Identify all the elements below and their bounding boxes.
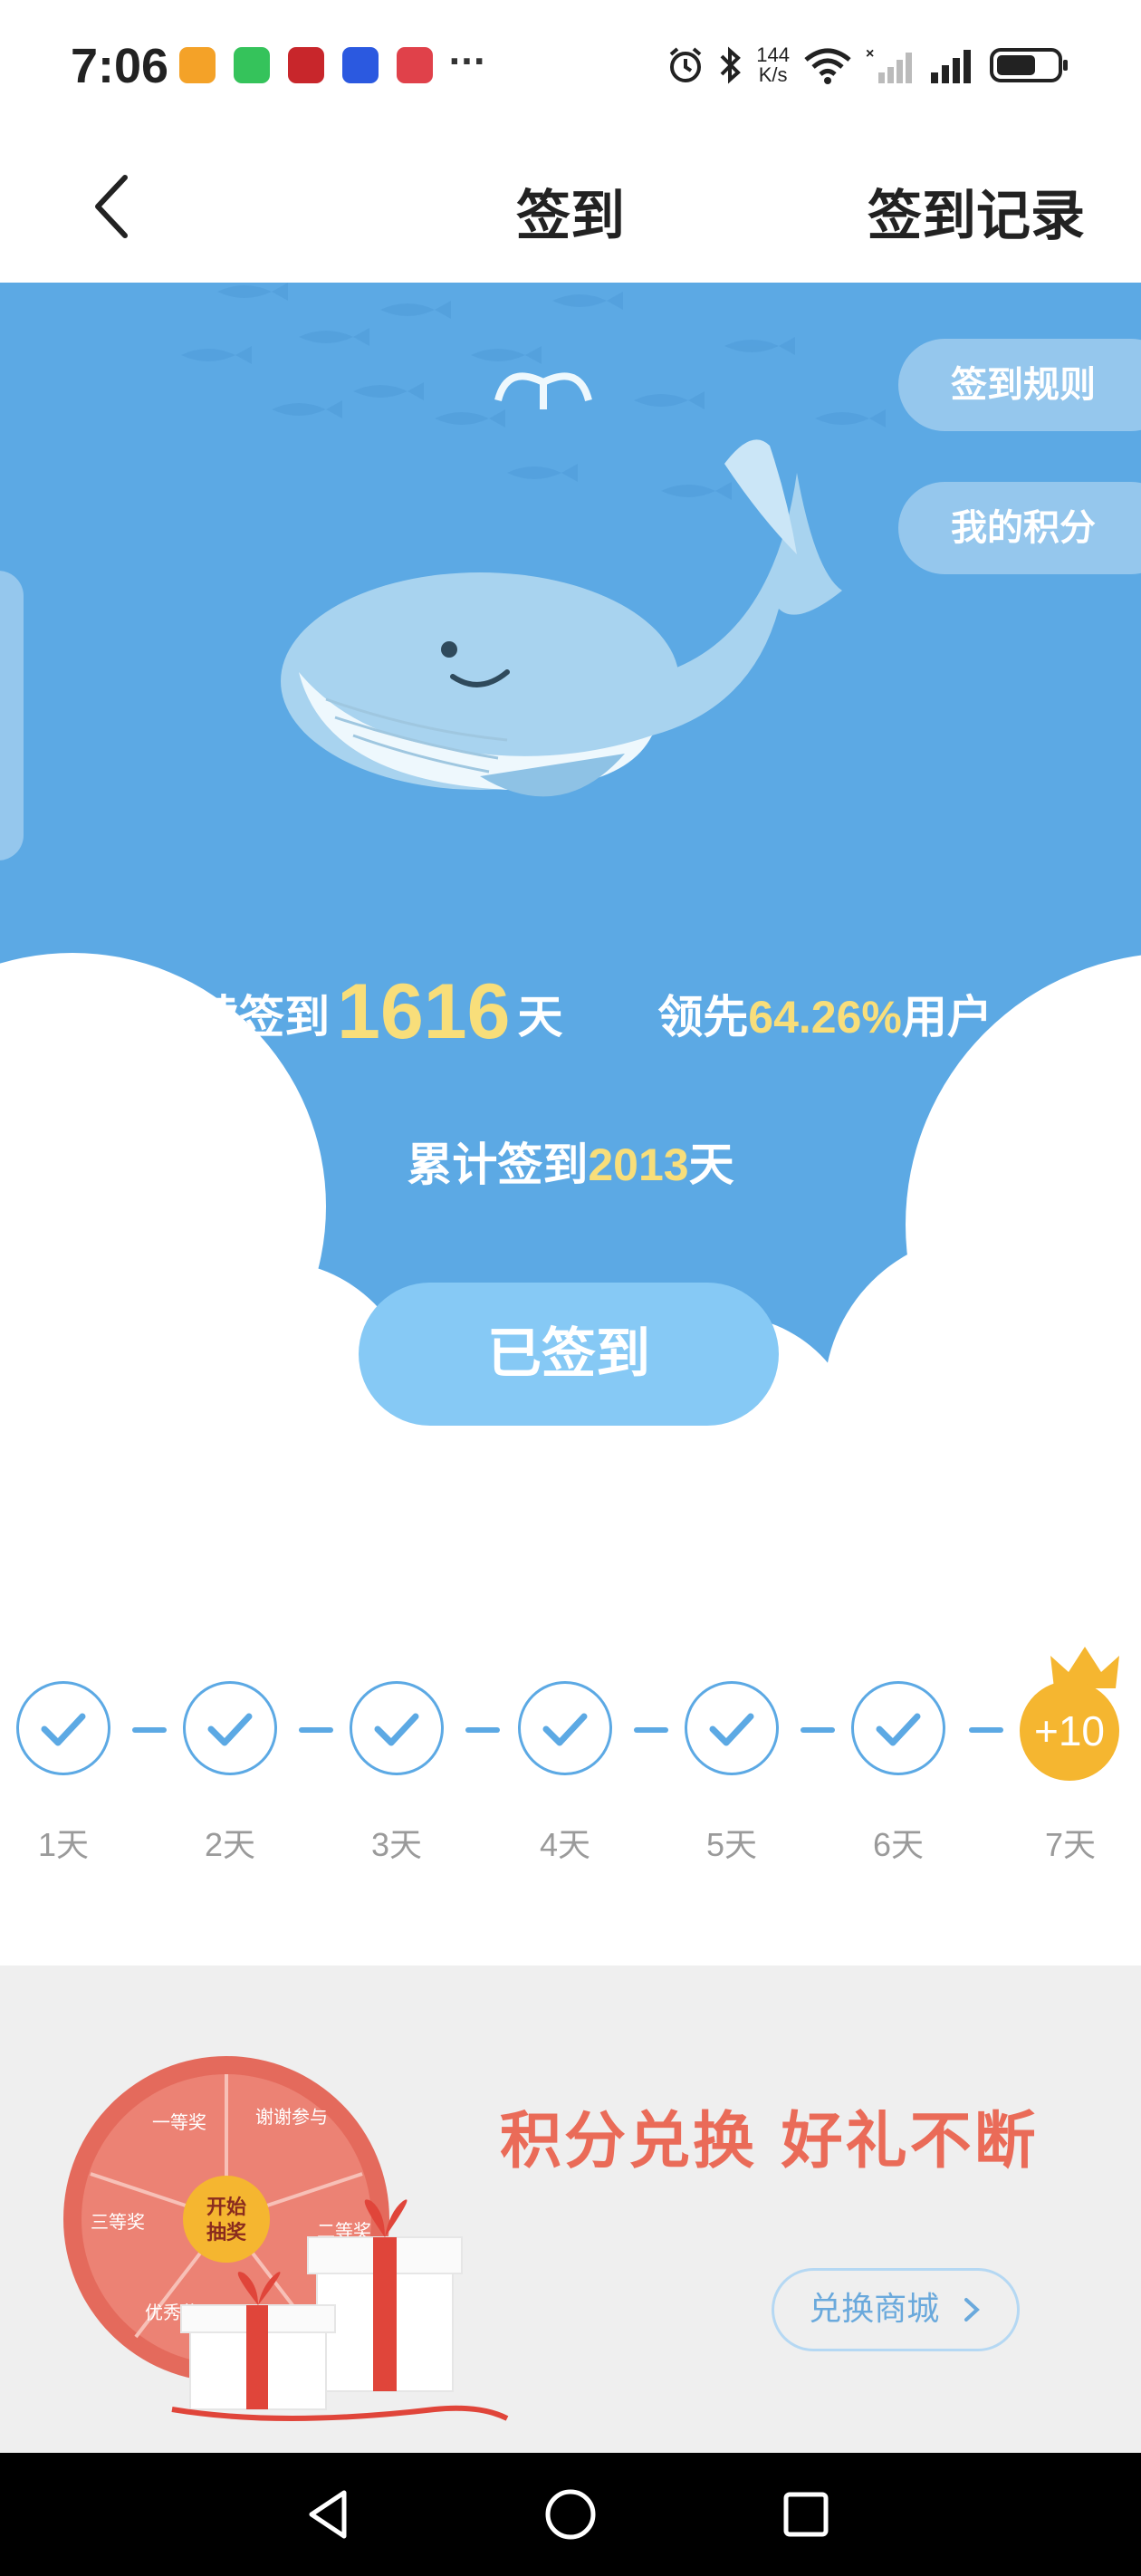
signal-no-service-icon: × <box>866 46 912 83</box>
navigation-bar: 签到 签到记录 <box>0 136 1141 281</box>
nav-recents-icon[interactable] <box>781 2489 831 2540</box>
lead-percent: 64.26% <box>748 992 902 1043</box>
fish-school-icon <box>181 283 886 500</box>
status-time: 7:06 <box>71 39 169 93</box>
bluetooth-icon <box>720 46 742 84</box>
progress-dash <box>801 1727 835 1733</box>
browser-app-icon <box>342 47 379 83</box>
lead-prefix: 领先 <box>657 991 749 1043</box>
checkmark-icon <box>542 1713 588 1746</box>
streak-suffix: 天 <box>517 991 563 1043</box>
battery-icon <box>990 48 1068 82</box>
day-label: 1天 <box>37 1826 90 1863</box>
checkmark-icon <box>374 1713 419 1746</box>
streak-days: 1616 <box>337 968 511 1055</box>
svg-text:×: × <box>866 46 874 62</box>
wifi-icon <box>804 48 851 84</box>
points-exchange-banner[interactable]: 开始 抽奖 一等奖 谢谢参与 二等奖 优秀奖 三等奖 积分兑换 好礼不断 兑换商… <box>0 1966 1141 2453</box>
lead-suffix: 用户 <box>901 991 992 1043</box>
network-speed: 144 K/s <box>756 43 790 86</box>
more-notifications-icon: ··· <box>448 43 486 81</box>
news-app-icon <box>288 47 324 83</box>
progress-dash <box>634 1727 668 1733</box>
alarm-icon <box>669 47 702 82</box>
exchange-mall-label: 兑换商城 <box>809 2291 940 2328</box>
back-arrow-icon <box>95 175 128 238</box>
day-label: 5天 <box>705 1826 758 1863</box>
day-label: 4天 <box>539 1826 591 1863</box>
checkmark-icon <box>207 1713 253 1746</box>
prize-wheel-illustration: 开始 抽奖 一等奖 谢谢参与 二等奖 优秀奖 三等奖 <box>63 2056 509 2421</box>
checkmark-icon <box>876 1713 921 1746</box>
wheel-center-text: 抽奖 <box>206 2221 247 2244</box>
day-label: 6天 <box>872 1826 925 1863</box>
signal-icon <box>931 50 971 83</box>
wheel-segment-label: 三等奖 <box>91 2211 145 2233</box>
progress-dash <box>299 1727 333 1733</box>
total-prefix: 累计签到 <box>407 1139 589 1191</box>
checkin-record-link[interactable]: 签到记录 <box>868 172 1085 251</box>
streak-summary: 连续签到1616 天 领先64.26%用户 <box>0 967 1141 1057</box>
notes-app-icon <box>179 47 216 83</box>
total-suffix: 天 <box>688 1139 734 1191</box>
nav-back-icon[interactable] <box>302 2487 357 2542</box>
wheel-center-text: 开始 <box>206 2196 246 2219</box>
checkin-hero: 签到规则 我的积分 连续签到1616 天 领先64.26%用户 累计签到2013天… <box>0 283 1141 1469</box>
checkmark-icon <box>709 1713 754 1746</box>
exchange-mall-button[interactable]: 兑换商城 <box>772 2268 1020 2351</box>
day-1-check <box>16 1681 110 1775</box>
signed-in-button[interactable]: 已签到 <box>359 1283 779 1426</box>
total-days: 2013 <box>588 1139 689 1190</box>
day-6-check <box>851 1681 945 1775</box>
whale-icon <box>281 372 842 797</box>
day-2-check <box>183 1681 277 1775</box>
progress-dash <box>132 1727 167 1733</box>
checkmark-icon <box>41 1713 86 1746</box>
chevron-right-icon <box>964 2298 980 2321</box>
side-drawer-handle[interactable] <box>0 571 24 860</box>
day-3-check <box>350 1681 444 1775</box>
day-4-check <box>518 1681 612 1775</box>
wechat-icon <box>234 47 270 83</box>
wheel-segment-label: 谢谢参与 <box>255 2106 328 2128</box>
health-app-icon <box>397 47 433 83</box>
progress-dash <box>465 1727 500 1733</box>
day-7-bonus-badge: +10 <box>1020 1681 1119 1781</box>
status-bar: 7:06 ··· 144 K/s × <box>0 0 1141 136</box>
progress-dash <box>969 1727 1003 1733</box>
my-points-button[interactable]: 我的积分 <box>898 482 1141 574</box>
checkin-rules-button[interactable]: 签到规则 <box>898 339 1141 431</box>
day-label: 2天 <box>204 1826 256 1863</box>
day-label: 3天 <box>370 1826 423 1863</box>
status-indicators: 144 K/s × <box>666 45 1070 85</box>
system-navigation-bar <box>0 2453 1141 2576</box>
wheel-segment-label: 一等奖 <box>152 2111 206 2133</box>
total-summary: 累计签到2013天 <box>0 1129 1141 1194</box>
back-button[interactable] <box>82 170 145 243</box>
promo-title: 积分兑换 好礼不断 <box>500 2106 1039 2177</box>
streak-prefix: 连续签到 <box>149 991 331 1043</box>
day-5-check <box>685 1681 779 1775</box>
nav-home-icon[interactable] <box>542 2485 599 2543</box>
day-label: 7天 <box>1044 1826 1097 1863</box>
